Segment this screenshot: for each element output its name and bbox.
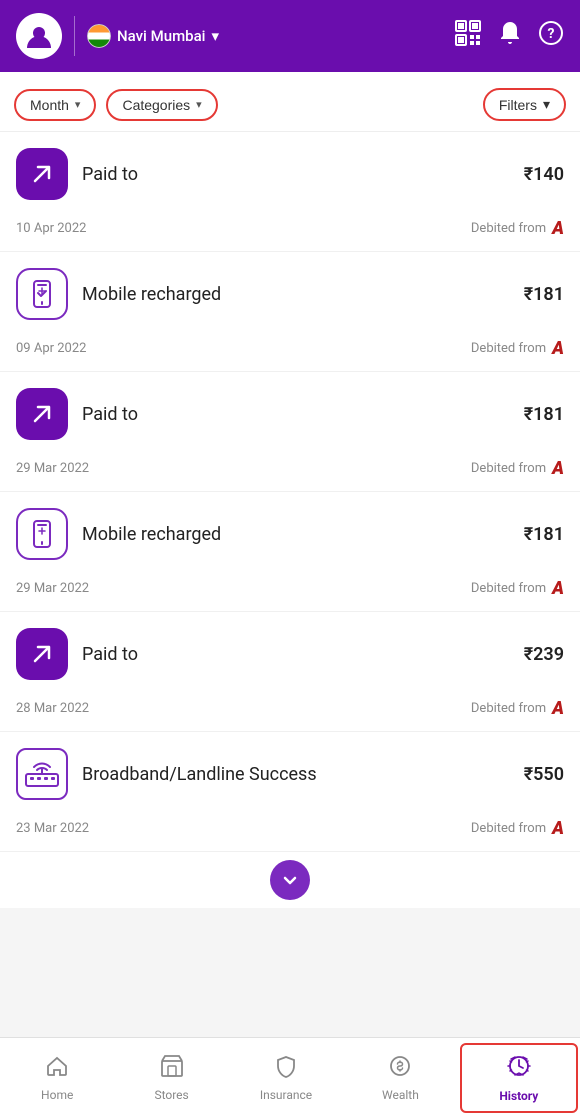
txn-amount-1: ₹140 <box>524 164 564 185</box>
month-chevron: ▾ <box>75 98 81 111</box>
txn-date-6: 23 Mar 2022 <box>16 821 89 836</box>
txn-amount-4: ₹181 <box>524 524 564 545</box>
nav-stores-label: Stores <box>154 1088 188 1102</box>
filters-label: Filters <box>499 97 537 113</box>
location-selector[interactable]: Navi Mumbai ▾ <box>87 24 219 48</box>
broadband-icon <box>16 748 68 800</box>
categories-chevron: ▾ <box>196 98 202 111</box>
paid-to-icon-2 <box>16 388 68 440</box>
filters-button[interactable]: Filters ▾ <box>483 88 566 121</box>
mobile-recharge-icon <box>16 268 68 320</box>
nav-insurance[interactable]: Insurance <box>229 1046 343 1110</box>
txn-debit-1: Debited from A <box>471 218 564 239</box>
home-icon <box>45 1054 69 1084</box>
txn-date-2: 09 Apr 2022 <box>16 341 86 356</box>
txn-date-1: 10 Apr 2022 <box>16 221 86 236</box>
header-divider <box>74 16 75 56</box>
dropdown-icon: ▾ <box>211 27 219 45</box>
table-row[interactable]: Mobile recharged ₹181 29 Mar 2022 Debite… <box>0 492 580 612</box>
txn-amount-3: ₹181 <box>524 404 564 425</box>
stores-icon <box>160 1054 184 1084</box>
month-label: Month <box>30 97 69 113</box>
flag-icon <box>87 24 111 48</box>
txn-debit-3: Debited from A <box>471 458 564 479</box>
transactions-list: Paid to ₹140 10 Apr 2022 Debited from A <box>0 132 580 908</box>
nav-insurance-label: Insurance <box>260 1088 312 1102</box>
nav-stores[interactable]: Stores <box>114 1046 228 1110</box>
mobile-recharge-icon-2 <box>16 508 68 560</box>
nav-history[interactable]: History <box>460 1043 578 1113</box>
categories-filter[interactable]: Categories ▾ <box>106 89 217 121</box>
app-header: Navi Mumbai ▾ <box>0 0 580 72</box>
history-icon <box>506 1053 532 1085</box>
bottom-navigation: Home Stores Insurance Wealth <box>0 1037 580 1117</box>
header-actions: ? <box>454 19 564 53</box>
table-row[interactable]: Paid to ₹181 29 Mar 2022 Debited from A <box>0 372 580 492</box>
filters-chevron: ▾ <box>543 96 550 113</box>
help-icon[interactable]: ? <box>538 20 564 52</box>
txn-name-3: Paid to <box>82 404 510 425</box>
txn-date-4: 29 Mar 2022 <box>16 581 89 596</box>
txn-debit-4: Debited from A <box>471 578 564 599</box>
txn-name-4: Mobile recharged <box>82 524 510 545</box>
svg-text:?: ? <box>548 26 555 42</box>
notification-icon[interactable] <box>498 20 522 52</box>
axis-logo-3: A <box>552 458 564 479</box>
txn-date-3: 29 Mar 2022 <box>16 461 89 476</box>
txn-name-1: Paid to <box>82 164 510 185</box>
axis-logo-5: A <box>552 698 564 719</box>
table-row[interactable]: Mobile recharged ₹181 09 Apr 2022 Debite… <box>0 252 580 372</box>
axis-logo-6: A <box>552 818 564 839</box>
scroll-down-button[interactable] <box>270 860 310 900</box>
nav-wealth[interactable]: Wealth <box>343 1046 457 1110</box>
nav-history-label: History <box>499 1089 538 1103</box>
scroll-down-container <box>0 852 580 908</box>
main-content: Month ▾ Categories ▾ Filters ▾ Paid to ₹… <box>0 72 580 988</box>
txn-debit-2: Debited from A <box>471 338 564 359</box>
location-label: Navi Mumbai <box>117 27 205 45</box>
qr-icon[interactable] <box>454 19 482 53</box>
insurance-icon <box>274 1054 298 1084</box>
txn-name-6: Broadband/Landline Success <box>82 764 510 785</box>
filter-bar: Month ▾ Categories ▾ Filters ▾ <box>0 72 580 132</box>
table-row[interactable]: Paid to ₹140 10 Apr 2022 Debited from A <box>0 132 580 252</box>
txn-name-5: Paid to <box>82 644 510 665</box>
axis-logo-2: A <box>552 338 564 359</box>
paid-to-icon <box>16 148 68 200</box>
txn-amount-5: ₹239 <box>524 644 564 665</box>
nav-home-label: Home <box>41 1088 73 1102</box>
avatar[interactable] <box>16 13 62 59</box>
txn-amount-2: ₹181 <box>524 284 564 305</box>
wealth-icon <box>388 1054 412 1084</box>
nav-home[interactable]: Home <box>0 1046 114 1110</box>
table-row[interactable]: Broadband/Landline Success ₹550 23 Mar 2… <box>0 732 580 852</box>
txn-amount-6: ₹550 <box>524 764 564 785</box>
axis-logo-1: A <box>552 218 564 239</box>
nav-wealth-label: Wealth <box>382 1088 419 1102</box>
txn-debit-5: Debited from A <box>471 698 564 719</box>
table-row[interactable]: Paid to ₹239 28 Mar 2022 Debited from A <box>0 612 580 732</box>
categories-label: Categories <box>122 97 190 113</box>
txn-debit-6: Debited from A <box>471 818 564 839</box>
month-filter[interactable]: Month ▾ <box>14 89 96 121</box>
paid-to-icon-3 <box>16 628 68 680</box>
txn-date-5: 28 Mar 2022 <box>16 701 89 716</box>
axis-logo-4: A <box>552 578 564 599</box>
txn-name-2: Mobile recharged <box>82 284 510 305</box>
